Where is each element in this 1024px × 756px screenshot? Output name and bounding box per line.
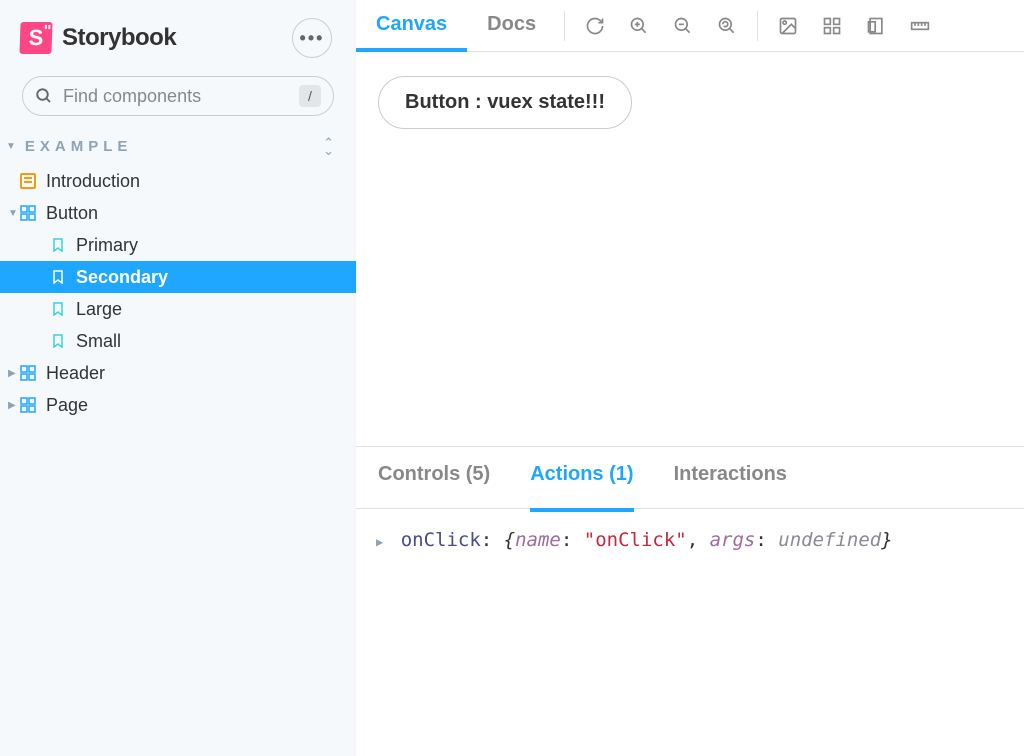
search-container: / [0,76,356,136]
sidebar-item-large[interactable]: ▶ Large [0,293,356,325]
search-icon [35,87,53,105]
image-icon[interactable] [778,16,798,36]
measure-icon[interactable] [910,16,930,36]
tree-label: Header [46,363,105,384]
tab-controls[interactable]: Controls (5) [378,463,490,498]
expand-collapse-icon[interactable]: ⌃⌄ [323,139,334,155]
tree-label: Introduction [46,171,140,192]
bookmark-icon [50,301,66,317]
bookmark-icon [50,333,66,349]
zoom-reset-icon[interactable] [717,16,737,36]
tree-label: Button [46,203,98,224]
addon-tabs: Controls (5) Actions (1) Interactions [356,447,1024,509]
component-icon [20,205,36,221]
logo[interactable]: S Storybook [20,22,176,54]
shortcut-badge: / [299,85,321,107]
tab-docs[interactable]: Docs [467,0,556,52]
section-header[interactable]: ▼ EXAMPLE ⌃⌄ [0,136,356,165]
sidebar-item-button[interactable]: ▼ Button [0,197,356,229]
search-field[interactable]: / [22,76,334,116]
document-icon [20,173,36,189]
tool-icons-group-2 [766,16,942,36]
sidebar-item-introduction[interactable]: ▶ Introduction [0,165,356,197]
menu-button[interactable]: ••• [292,18,332,58]
sidebar-header: S Storybook ••• [0,18,356,76]
preview-button[interactable]: Button : vuex state!!! [378,76,632,129]
tree-label: Large [76,299,122,320]
zoom-in-icon[interactable] [629,16,649,36]
component-icon [20,365,36,381]
tab-interactions[interactable]: Interactions [674,463,787,498]
log-value: "onClick" [584,529,687,551]
viewport-icon[interactable] [866,16,886,36]
tab-canvas[interactable]: Canvas [356,0,467,52]
tree-label: Secondary [76,267,168,288]
canvas-area: Button : vuex state!!! [356,52,1024,447]
action-log-entry[interactable]: ▶ onClick: {name: "onClick", args: undef… [376,529,1004,551]
toolbar: Canvas Docs [356,0,1024,52]
tool-icons-group [573,16,749,36]
log-event-name: onClick [401,529,481,551]
brand-name: Storybook [62,24,176,52]
chevron-right-icon: ▶ [8,368,18,379]
ellipsis-icon: ••• [300,28,325,49]
chevron-right-icon: ▶ [8,400,18,411]
zoom-out-icon[interactable] [673,16,693,36]
main-panel: Canvas Docs Button : vuex state!!! Contr… [356,0,1024,756]
tab-actions[interactable]: Actions (1) [530,463,633,512]
component-icon [20,397,36,413]
bookmark-icon [50,237,66,253]
divider [564,11,565,41]
tree-label: Primary [76,235,138,256]
chevron-down-icon: ▼ [6,141,21,152]
chevron-down-icon: ▼ [8,208,18,219]
log-key: args [710,529,756,551]
divider [757,11,758,41]
actions-panel: ▶ onClick: {name: "onClick", args: undef… [356,509,1024,571]
refresh-icon[interactable] [585,16,605,36]
sidebar-item-secondary[interactable]: ▶ Secondary [0,261,356,293]
sidebar-item-small[interactable]: ▶ Small [0,325,356,357]
sidebar-item-header[interactable]: ▶ Header [0,357,356,389]
sidebar: S Storybook ••• / ▼ EXAMPLE ⌃⌄ ▶ Introdu… [0,0,356,756]
log-key: name [515,529,561,551]
chevron-right-icon: ▶ [376,535,383,549]
tree-label: Small [76,331,121,352]
story-tree: ▶ Introduction ▼ Button ▶ Primary ▶ Seco… [0,165,356,421]
sidebar-item-primary[interactable]: ▶ Primary [0,229,356,261]
bookmark-icon [50,269,66,285]
search-input[interactable] [63,86,299,107]
storybook-logo-icon: S [19,22,52,54]
grid-icon[interactable] [822,16,842,36]
sidebar-item-page[interactable]: ▶ Page [0,389,356,421]
tree-label: Page [46,395,88,416]
section-label: EXAMPLE [25,138,133,155]
log-value: undefined [778,529,881,551]
